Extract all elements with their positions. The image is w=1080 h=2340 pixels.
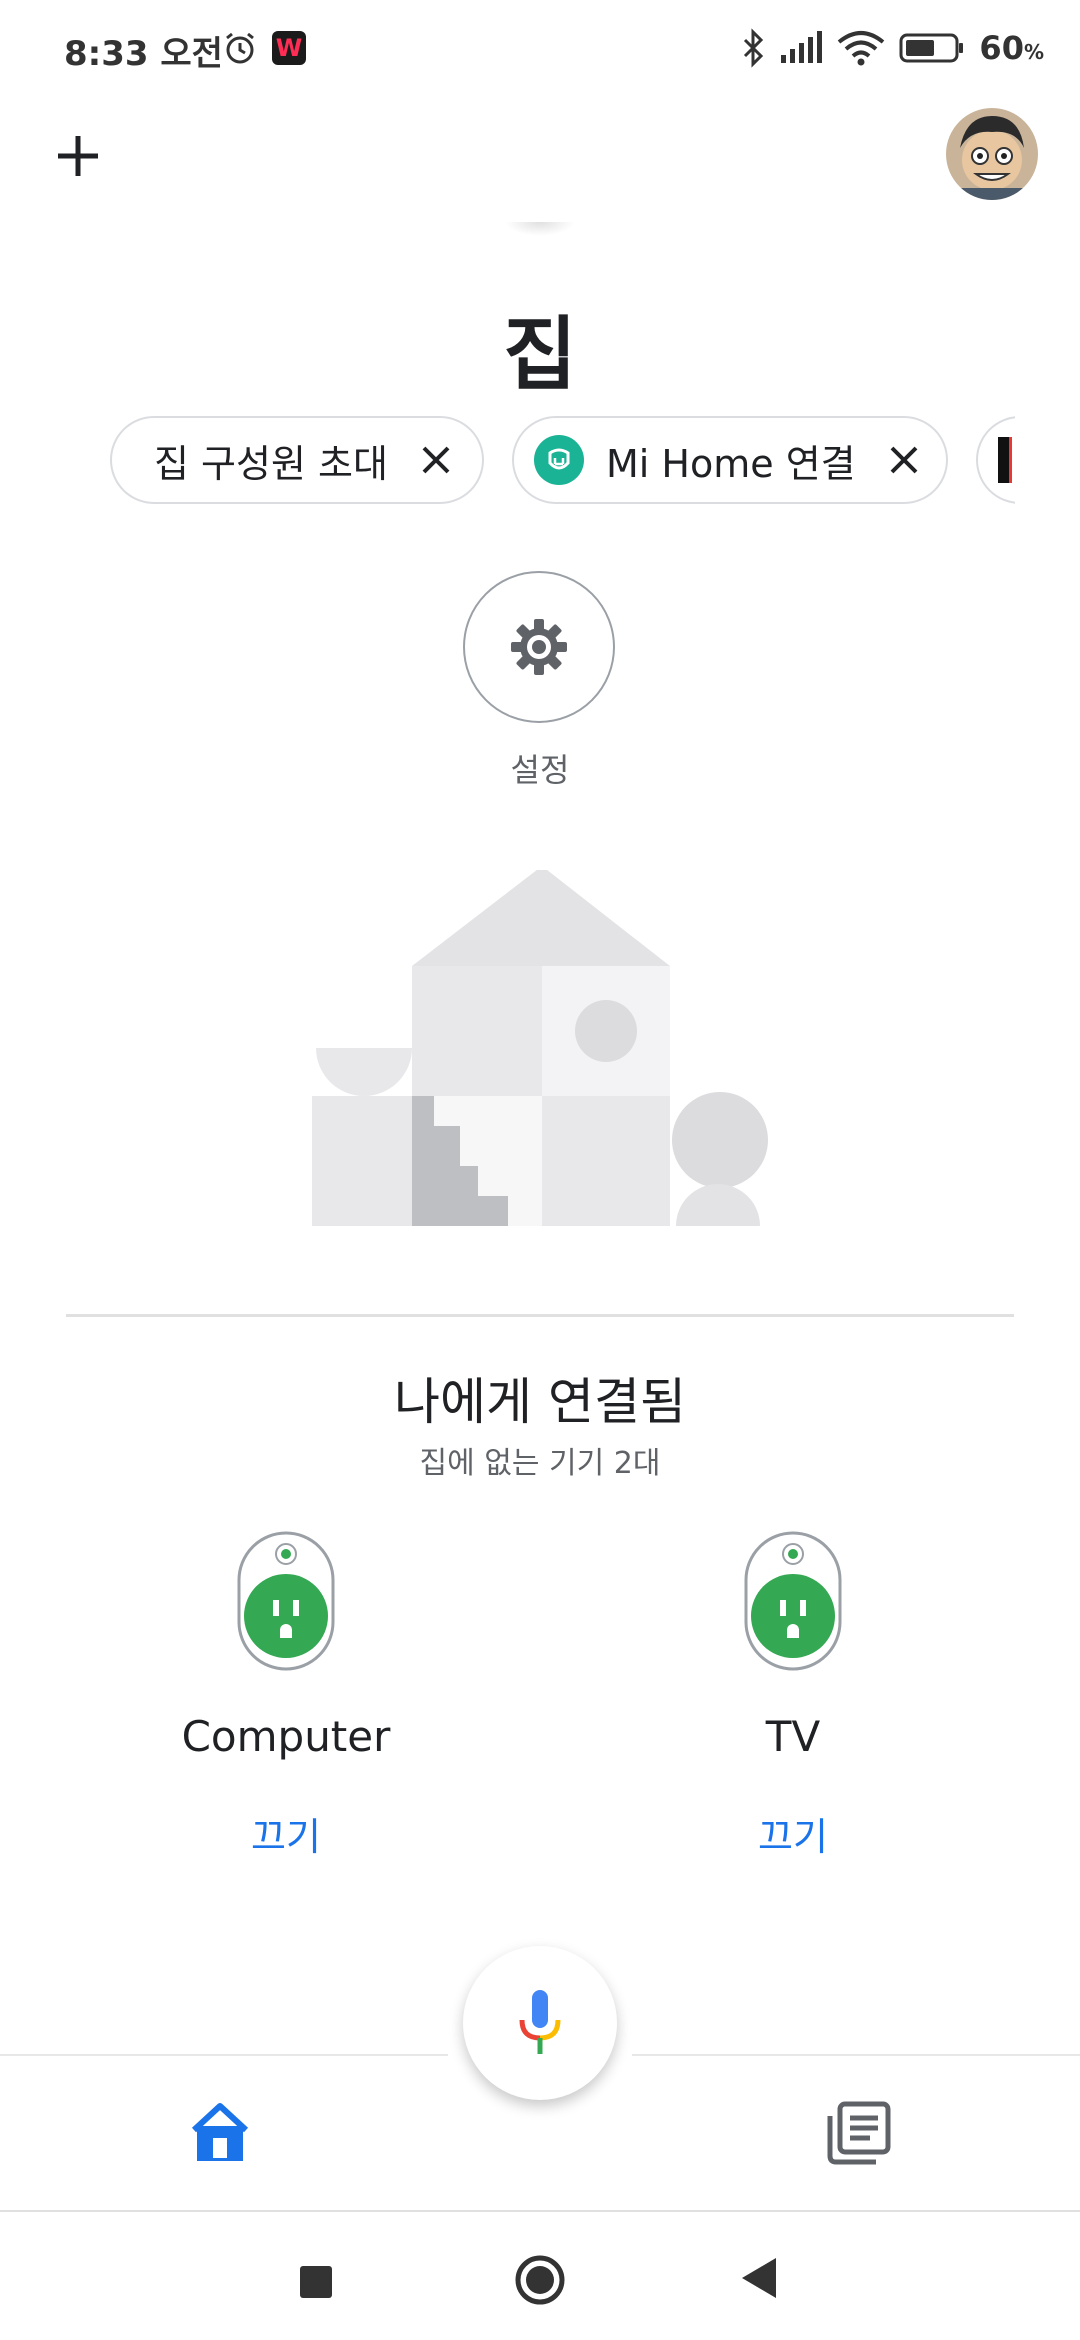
battery-icon — [899, 33, 964, 63]
title-shadow — [505, 222, 575, 236]
chip-partial[interactable] — [976, 416, 1015, 504]
bluetooth-icon — [744, 28, 764, 68]
device-card-tv[interactable]: TV 끄기 — [643, 1530, 943, 1870]
gear-icon — [511, 619, 567, 675]
settings-label: 설정 — [510, 751, 570, 789]
avatar-image — [946, 108, 1038, 200]
page-title: 집 — [503, 308, 577, 401]
device-name: TV — [765, 1712, 821, 1761]
recent-apps-icon[interactable] — [300, 2266, 332, 2298]
smart-plug-icon — [237, 1531, 335, 1671]
battery-level: 60% — [979, 29, 1044, 67]
section-subtitle: 집에 없는 기기 2대 — [419, 1446, 661, 1481]
assistant-mic-button[interactable] — [463, 1946, 617, 2100]
close-icon[interactable] — [416, 440, 456, 480]
profile-avatar[interactable] — [946, 108, 1038, 200]
close-icon[interactable] — [884, 440, 924, 480]
microphone-icon — [519, 1990, 561, 2054]
device-card-computer[interactable]: Computer 끄기 — [136, 1530, 436, 1870]
device-off-button[interactable]: 끄기 — [643, 1806, 943, 1861]
battery-unit: % — [1023, 40, 1044, 64]
chip-label: Mi Home 연결 — [606, 441, 856, 486]
home-illustration — [312, 870, 768, 1226]
smart-plug-icon — [744, 1531, 842, 1671]
feed-icon[interactable] — [826, 2100, 892, 2166]
chip-mi-home[interactable]: Mi Home 연결 — [512, 416, 948, 504]
app-notification-icon: W — [272, 31, 306, 65]
status-bar: 8:33 오전 W 60% — [0, 0, 1080, 96]
settings-button[interactable] — [463, 571, 615, 723]
back-icon[interactable] — [740, 2256, 780, 2300]
chip-invite-member[interactable]: 집 구성원 초대 — [110, 416, 484, 504]
section-divider — [66, 1314, 1014, 1317]
device-name: Computer — [181, 1712, 391, 1761]
wifi-icon — [838, 31, 885, 66]
alarm-icon — [226, 32, 254, 64]
suggestion-chips: 집 구성원 초대 Mi Home 연결 — [110, 416, 1015, 506]
partial-chip-icon — [998, 437, 1012, 483]
system-home-icon[interactable] — [514, 2254, 566, 2306]
plus-icon[interactable] — [50, 128, 106, 184]
status-icons: 60% — [741, 26, 1044, 70]
mi-home-icon — [534, 435, 584, 485]
section-title: 나에게 연결됨 — [394, 1373, 686, 1431]
battery-value: 60 — [979, 29, 1024, 67]
home-icon[interactable] — [188, 2100, 252, 2164]
signal-icon — [781, 31, 823, 63]
chip-label: 집 구성원 초대 — [154, 441, 388, 486]
system-navigation-bar — [0, 2210, 1080, 2340]
device-off-button[interactable]: 끄기 — [136, 1806, 436, 1861]
status-time: 8:33 오전 — [64, 34, 223, 74]
